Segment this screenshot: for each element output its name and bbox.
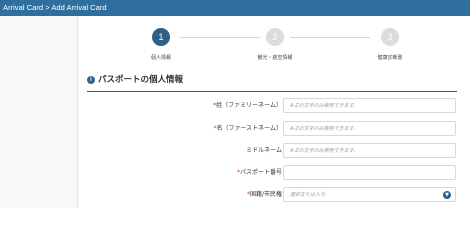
step-2-number: 2 (272, 32, 278, 42)
chevron-down-icon[interactable]: ▼ (443, 191, 451, 199)
info-icon: i (87, 76, 95, 84)
passport-number-label-text: パスポート番号 (239, 169, 282, 176)
step-1-number: 1 (158, 32, 164, 42)
step-3-indicator[interactable]: 3 (381, 28, 399, 46)
top-bar: Arrival Card > Add Arrival Card (0, 0, 470, 16)
passport-number-input[interactable] (283, 165, 456, 180)
step-connector (180, 37, 260, 38)
middle-name-placeholder: A-Zの文字のみ使用できます。 (290, 148, 359, 154)
step-connector (290, 37, 370, 38)
breadcrumb: Arrival Card > Add Arrival Card (3, 3, 107, 12)
step-3-number: 3 (387, 32, 393, 42)
form-row-nationality: *国籍/市民権 選択または入力 ▼ (87, 187, 457, 203)
form-row-family-name: *姓（ファミリーネーム） A-Zの文字のみ使用できます。 (87, 98, 457, 114)
section-title: パスポートの個人情報 (98, 75, 184, 85)
given-name-label-text: 名（ファーストネーム） (216, 125, 282, 132)
family-name-label-text: 姓（ファミリーネーム） (216, 102, 282, 109)
step-1-label: 個人情報 (150, 55, 172, 61)
nationality-label: *国籍/市民権 (247, 190, 282, 200)
passport-section-header: i パスポートの個人情報 (87, 72, 457, 92)
side-panel (0, 16, 78, 208)
passport-number-label: *パスポート番号 (237, 168, 282, 178)
given-name-label: *名（ファーストネーム） (213, 124, 282, 134)
step-2-label: 観光・航空情報 (257, 55, 293, 61)
family-name-label: *姓（ファミリーネーム） (213, 101, 282, 111)
form-row-passport-number: *パスポート番号 (87, 165, 457, 181)
step-2-indicator[interactable]: 2 (266, 28, 284, 46)
step-3-label: 健康診断書 (377, 55, 403, 61)
progress-stepper: 1 個人情報 2 観光・航空情報 3 健康診断書 (80, 16, 470, 72)
family-name-input[interactable]: A-Zの文字のみ使用できます。 (283, 98, 456, 113)
form-row-middle-name: ミドルネーム A-Zの文字のみ使用できます。 (87, 143, 457, 159)
middle-name-input[interactable]: A-Zの文字のみ使用できます。 (283, 143, 456, 158)
form-row-given-name: *名（ファーストネーム） A-Zの文字のみ使用できます。 (87, 121, 457, 137)
middle-name-label: ミドルネーム (246, 146, 282, 156)
given-name-input[interactable]: A-Zの文字のみ使用できます。 (283, 121, 456, 136)
family-name-placeholder: A-Zの文字のみ使用できます。 (290, 103, 359, 109)
given-name-placeholder: A-Zの文字のみ使用できます。 (290, 126, 359, 132)
step-1-indicator[interactable]: 1 (152, 28, 170, 46)
middle-name-label-text: ミドルネーム (246, 147, 282, 154)
nationality-placeholder: 選択または入力 (290, 192, 326, 198)
nationality-select[interactable]: 選択または入力 ▼ (283, 187, 456, 202)
nationality-label-text: 国籍/市民権 (249, 191, 282, 198)
